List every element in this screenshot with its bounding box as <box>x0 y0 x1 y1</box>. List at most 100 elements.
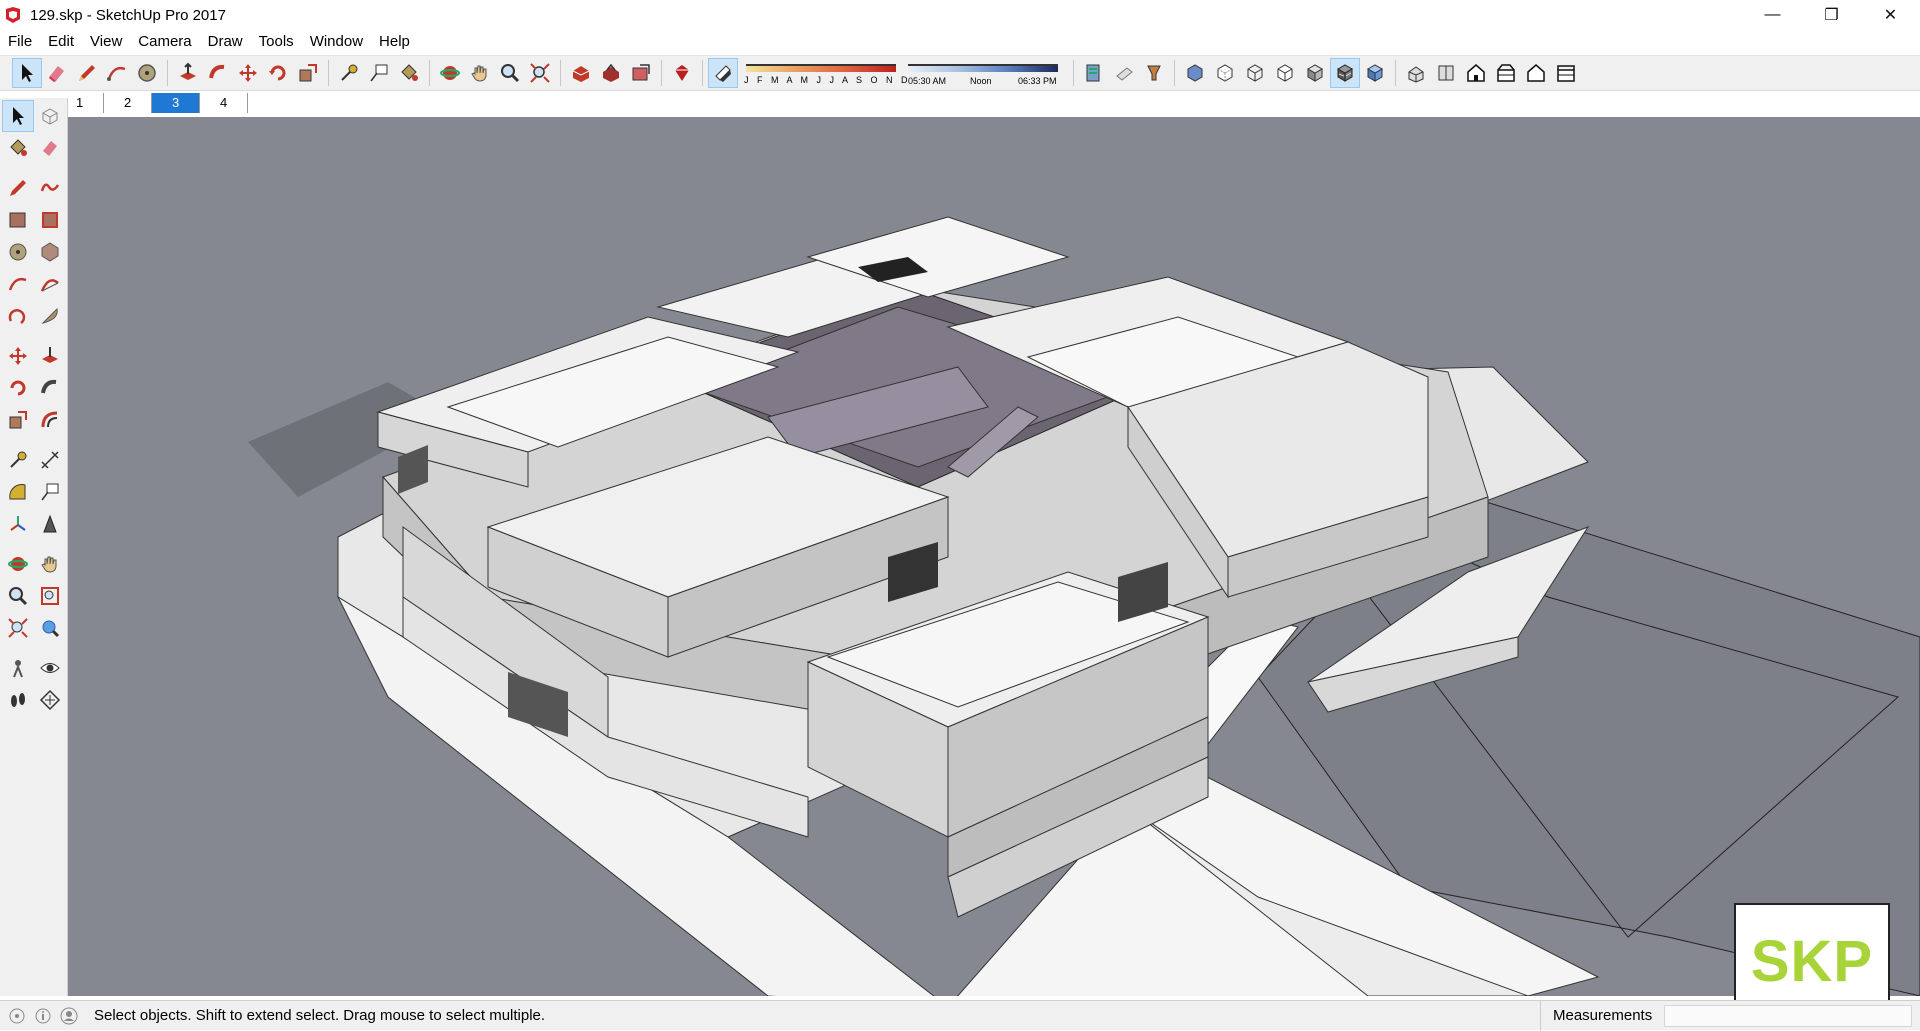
credits-icon[interactable] <box>34 1007 52 1025</box>
scale-tool-button[interactable] <box>293 58 323 88</box>
top-view-button[interactable] <box>1431 58 1461 88</box>
restore-button[interactable]: ❐ <box>1802 0 1861 30</box>
follow-me-tool-button[interactable] <box>203 58 233 88</box>
line-tool-button[interactable] <box>72 58 102 88</box>
toolbar-separator <box>1073 60 1074 86</box>
back-view-button[interactable] <box>1521 58 1551 88</box>
arc-icon <box>107 66 126 81</box>
tape-measure-tool[interactable] <box>2 444 34 476</box>
rotate-tool[interactable] <box>2 372 34 404</box>
eraser-tool-button[interactable] <box>42 58 72 88</box>
3d-warehouse-button[interactable] <box>566 58 596 88</box>
make-component-tool[interactable] <box>34 100 66 132</box>
shadow-date-slider[interactable]: J F M A M J J A S O N D <box>744 58 908 88</box>
menu-file[interactable]: File <box>0 30 40 53</box>
three-point-arc-tool[interactable] <box>2 300 34 332</box>
push-pull-tool-button[interactable] <box>173 58 203 88</box>
share-component-button[interactable] <box>596 58 626 88</box>
freehand-tool[interactable] <box>34 172 66 204</box>
display-section-planes-button[interactable] <box>1109 58 1139 88</box>
menu-view[interactable]: View <box>82 30 130 53</box>
move-tool[interactable] <box>2 340 34 372</box>
push-pull-tool[interactable] <box>34 340 66 372</box>
protractor-tool[interactable] <box>2 476 34 508</box>
rotated-rectangle-tool[interactable] <box>34 204 66 236</box>
section-plane-tool[interactable] <box>34 684 66 716</box>
iso-view-button[interactable] <box>1401 58 1431 88</box>
look-around-tool[interactable] <box>34 652 66 684</box>
follow-me-tool[interactable] <box>34 372 66 404</box>
menu-draw[interactable]: Draw <box>200 30 251 53</box>
polygon-tool[interactable] <box>34 236 66 268</box>
close-button[interactable]: ✕ <box>1861 0 1920 30</box>
3d-text-tool[interactable] <box>34 508 66 540</box>
shaded-textures-style-button[interactable] <box>1330 58 1360 88</box>
menu-camera[interactable]: Camera <box>130 30 199 53</box>
circle-tool[interactable] <box>2 236 34 268</box>
status-hint: Select objects. Shift to extend select. … <box>94 1007 546 1024</box>
line-tool[interactable] <box>2 172 34 204</box>
previous-view-tool[interactable] <box>34 612 66 644</box>
zoom-extents-button[interactable] <box>525 58 555 88</box>
zoom-tool-button[interactable] <box>495 58 525 88</box>
model-viewport[interactable] <box>68 117 1920 996</box>
scene-tab-2[interactable]: 2 <box>104 93 152 113</box>
monochrome-style-button[interactable] <box>1360 58 1390 88</box>
display-section-cuts-button[interactable] <box>1139 58 1169 88</box>
front-view-button[interactable] <box>1461 58 1491 88</box>
circle-tool-button[interactable] <box>132 58 162 88</box>
arc-tool-button[interactable] <box>102 58 132 88</box>
minimize-button[interactable]: — <box>1743 0 1802 30</box>
share-model-button[interactable] <box>626 58 656 88</box>
position-camera-tool[interactable] <box>2 652 34 684</box>
geolocation-icon[interactable] <box>8 1007 26 1025</box>
right-view-button[interactable] <box>1491 58 1521 88</box>
offset-tool[interactable] <box>34 404 66 436</box>
pie-tool[interactable] <box>34 300 66 332</box>
pan-tool[interactable] <box>34 548 66 580</box>
left-view-button[interactable] <box>1551 58 1581 88</box>
two-point-arc-tool[interactable] <box>34 268 66 300</box>
scene-tab-3[interactable]: 3 <box>152 93 200 113</box>
user-account-icon[interactable] <box>60 1007 78 1025</box>
axes-tool[interactable] <box>2 508 34 540</box>
menu-window[interactable]: Window <box>302 30 371 53</box>
zoom-extents-tool[interactable] <box>2 612 34 644</box>
paint-bucket-tool[interactable] <box>2 132 34 164</box>
tape-measure-tool-button[interactable] <box>334 58 364 88</box>
scale-tool[interactable] <box>2 404 34 436</box>
wireframe-style-button[interactable] <box>1240 58 1270 88</box>
shadow-toggle-button[interactable] <box>708 58 738 88</box>
orbit-tool-button[interactable] <box>435 58 465 88</box>
back-edges-button[interactable] <box>1210 58 1240 88</box>
xray-style-button[interactable] <box>1180 58 1210 88</box>
shaded-style-button[interactable] <box>1300 58 1330 88</box>
section-plane-button[interactable] <box>1079 58 1109 88</box>
measurements-input[interactable] <box>1664 1005 1912 1027</box>
pan-tool-button[interactable] <box>465 58 495 88</box>
walk-tool[interactable] <box>2 684 34 716</box>
select-tool-button[interactable] <box>12 58 42 88</box>
shadow-time-slider[interactable]: 05:30 AM Noon 06:33 PM <box>908 58 1068 88</box>
time-start-label: 05:30 AM <box>908 76 947 86</box>
scene-tab-4[interactable]: 4 <box>200 93 248 113</box>
select-tool[interactable] <box>2 100 34 132</box>
zoom-tool[interactable] <box>2 580 34 612</box>
extension-warehouse-button[interactable] <box>667 58 697 88</box>
zoom-window-tool[interactable] <box>34 580 66 612</box>
rectangle-tool[interactable] <box>2 204 34 236</box>
arc-tool[interactable] <box>2 268 34 300</box>
text-tool[interactable] <box>34 476 66 508</box>
menu-edit[interactable]: Edit <box>40 30 82 53</box>
pie-icon <box>41 307 58 324</box>
dimension-tool[interactable] <box>34 444 66 476</box>
eraser-tool[interactable] <box>34 132 66 164</box>
menu-help[interactable]: Help <box>371 30 418 53</box>
rotate-tool-button[interactable] <box>263 58 293 88</box>
orbit-tool[interactable] <box>2 548 34 580</box>
text-tool-button[interactable] <box>364 58 394 88</box>
move-tool-button[interactable] <box>233 58 263 88</box>
menu-tools[interactable]: Tools <box>251 30 302 53</box>
paint-bucket-tool-button[interactable] <box>394 58 424 88</box>
hidden-line-style-button[interactable] <box>1270 58 1300 88</box>
